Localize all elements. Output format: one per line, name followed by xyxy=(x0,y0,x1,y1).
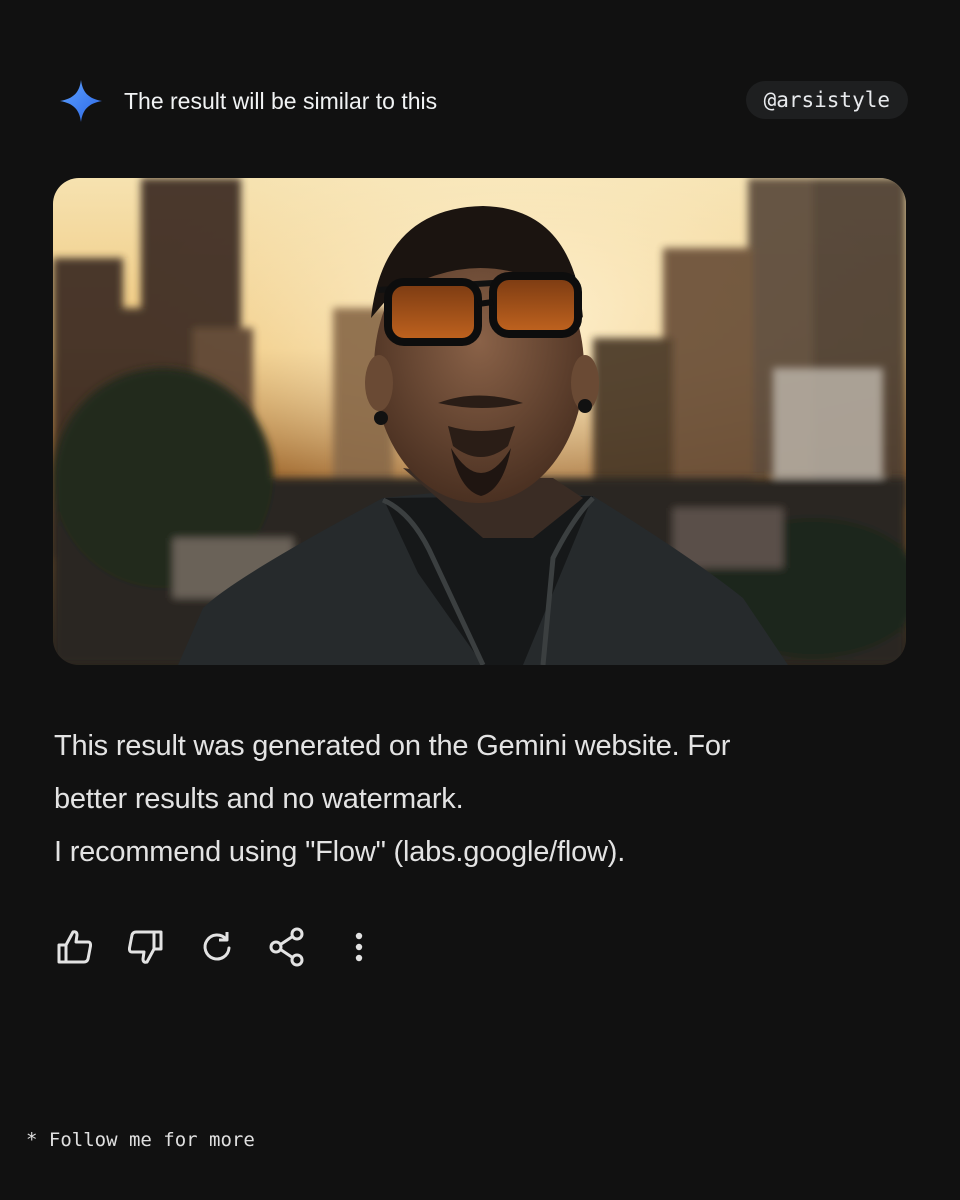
regenerate-icon xyxy=(203,932,231,961)
regenerate-button[interactable] xyxy=(196,926,238,968)
share-icon xyxy=(269,927,304,967)
header-title: The result will be similar to this xyxy=(124,88,438,114)
follow-footer: * Follow me for more xyxy=(26,1129,255,1151)
response-header: The result will be similar to this @arsi… xyxy=(58,76,908,124)
author-handle-badge[interactable]: @arsistyle xyxy=(745,81,908,119)
thumbs-up-icon xyxy=(57,930,93,964)
more-options-button[interactable] xyxy=(338,926,380,968)
thumbs-up-button[interactable] xyxy=(54,926,96,968)
generated-portrait-image xyxy=(53,178,906,665)
thumbs-down-button[interactable] xyxy=(124,926,166,968)
gemini-sparkle-icon xyxy=(58,78,104,124)
message-line: better results and no watermark. xyxy=(54,783,464,815)
thumbs-down-icon xyxy=(127,930,163,964)
message-line: I recommend using "Flow" (labs.google/fl… xyxy=(54,836,626,868)
more-vert-icon xyxy=(355,932,363,962)
response-message: This result was generated on the Gemini … xyxy=(54,720,874,879)
message-line: This result was generated on the Gemini … xyxy=(54,730,731,762)
share-button[interactable] xyxy=(266,926,308,968)
